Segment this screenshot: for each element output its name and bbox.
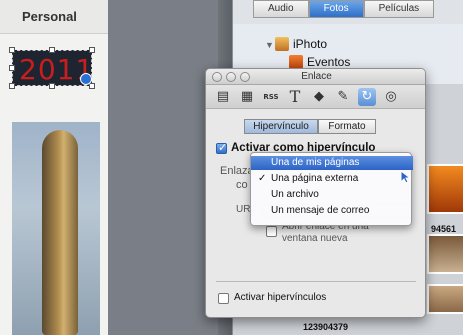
events-icon: [289, 55, 303, 69]
tab-movies[interactable]: Películas: [363, 0, 435, 18]
link-icon[interactable]: ↻: [358, 88, 376, 106]
menu-item-my-pages[interactable]: Una de mis páginas: [251, 156, 413, 170]
section-label: Personal: [22, 9, 77, 24]
selection-handle[interactable]: [89, 47, 95, 53]
mouse-cursor-icon: [400, 170, 412, 184]
source-events[interactable]: Eventos: [307, 55, 350, 69]
thumbnail[interactable]: [427, 164, 463, 214]
media-tabs: Audio Fotos Películas: [253, 0, 435, 18]
thumbnail-label: 123904379: [303, 322, 349, 332]
thumbnail-label: 94561: [431, 224, 457, 234]
selection-handle[interactable]: [89, 83, 95, 89]
menu-item-label: Un mensaje de correo: [271, 205, 370, 216]
tab-photos[interactable]: Fotos: [308, 0, 364, 18]
tab-audio[interactable]: Audio: [253, 0, 309, 18]
source-iphoto[interactable]: iPhoto: [293, 37, 327, 51]
menu-item-label: Una página externa: [271, 173, 359, 184]
divider: [216, 281, 416, 282]
document-icon[interactable]: ▤: [214, 88, 232, 106]
selection-handle[interactable]: [49, 47, 55, 53]
activate-hyperlinks-checkbox[interactable]: [218, 293, 229, 304]
menu-item-label: Un archivo: [271, 189, 319, 200]
metrics-icon[interactable]: ✎: [334, 88, 352, 106]
link-to-label-cont: co: [236, 179, 248, 191]
link-badge-icon: [80, 73, 92, 85]
disclosure-triangle-icon[interactable]: ▼: [265, 40, 274, 50]
link-type-menu: Una de mis páginas ✓ Una página externa …: [250, 152, 413, 226]
text-icon[interactable]: T: [286, 88, 304, 106]
menu-item-email[interactable]: Un mensaje de correo: [251, 204, 413, 218]
checkmark-icon: ✓: [258, 173, 267, 184]
graphic-icon[interactable]: ◆: [310, 88, 328, 106]
inspector-titlebar[interactable]: Enlace: [206, 69, 425, 85]
tab-hyperlink[interactable]: Hipervínculo: [244, 119, 318, 134]
menu-item-external-page[interactable]: ✓ Una página externa: [251, 172, 413, 186]
thumbnail[interactable]: [427, 234, 463, 274]
screen: Personal 2011 Audio Fotos Películas ▼ iP…: [0, 0, 463, 335]
section-header: Personal: [0, 0, 108, 34]
link-to-label: Enlaza: [220, 165, 254, 177]
selection-handle[interactable]: [9, 65, 15, 71]
selection-handle[interactable]: [9, 47, 15, 53]
inspector-toolbar: ▤ ▦ RSS T ◆ ✎ ↻ ◎: [206, 85, 425, 109]
inspector-title: Enlace: [301, 71, 332, 82]
quicktime-icon[interactable]: ◎: [382, 88, 400, 106]
rss-icon[interactable]: RSS: [262, 88, 280, 106]
selection-handle[interactable]: [49, 83, 55, 89]
selection-handle[interactable]: [9, 83, 15, 89]
menu-item-label: Una de mis páginas: [271, 157, 360, 168]
document-page[interactable]: Personal 2011: [0, 0, 108, 335]
thumbnail[interactable]: [427, 284, 463, 314]
menu-item-file[interactable]: Un archivo: [251, 188, 413, 202]
tab-format[interactable]: Formato: [318, 119, 376, 134]
open-new-window-checkbox[interactable]: [266, 226, 277, 237]
iphoto-icon: [275, 37, 289, 51]
rock-photo[interactable]: [12, 122, 100, 335]
rock-shape: [42, 130, 78, 335]
enable-hyperlink-checkbox[interactable]: ✓: [216, 141, 228, 154]
checkmark-icon: ✓: [218, 141, 228, 154]
layout-icon[interactable]: ▦: [238, 88, 256, 106]
activate-hyperlinks-label: Activar hipervínculos: [234, 292, 327, 303]
